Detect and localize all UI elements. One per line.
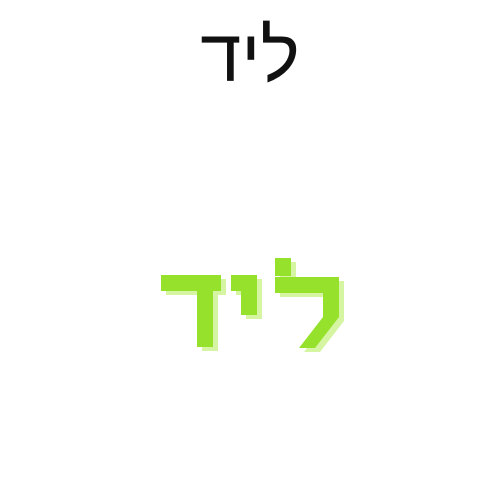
word-main bbox=[161, 258, 339, 348]
stylized-word-logo bbox=[145, 255, 355, 360]
stylized-word-art bbox=[161, 258, 344, 352]
word-card: ליד bbox=[0, 0, 500, 500]
word-text: ליד bbox=[200, 14, 300, 97]
